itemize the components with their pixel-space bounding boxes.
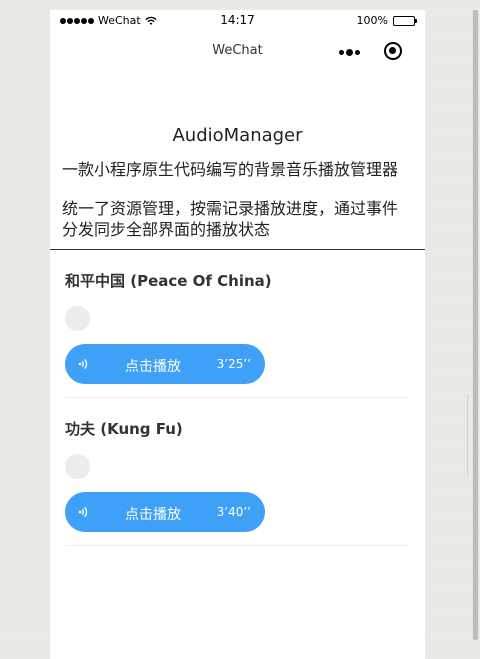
target-close-icon[interactable] xyxy=(384,42,402,60)
window-scrollbar[interactable] xyxy=(473,10,478,640)
more-dots-icon[interactable] xyxy=(339,49,360,56)
battery-percent: 100% xyxy=(356,14,388,27)
track-title: 功夫 (Kung Fu) xyxy=(65,420,183,438)
phone-frame: WeChat 14:17 100% WeChat AudioManager 一款… xyxy=(50,10,425,659)
play-button-label: 点击播放 xyxy=(125,359,181,375)
status-bar: WeChat 14:17 100% xyxy=(50,10,425,30)
sound-wave-icon xyxy=(77,357,91,371)
battery-indicator: 100% xyxy=(356,14,417,27)
track-duration: 3’40’’ xyxy=(216,505,251,519)
track-title: 和平中国 (Peace Of China) xyxy=(65,272,272,290)
track-item: 和平中国 (Peace Of China) 点击播放 3’25’’ xyxy=(65,250,410,398)
nav-bar: WeChat xyxy=(50,30,425,72)
play-button[interactable]: 点击播放 3’40’’ xyxy=(65,492,265,532)
track-duration: 3’25’’ xyxy=(216,357,251,371)
battery-icon xyxy=(393,15,417,26)
page-header: AudioManager 一款小程序原生代码编写的背景音乐播放管理器 统一了资源… xyxy=(50,125,425,240)
scrollbar-thumb[interactable] xyxy=(473,10,478,640)
album-disc-icon xyxy=(65,454,90,479)
description-secondary: 统一了资源管理，按需记录播放进度，通过事件分发同步全部界面的播放状态 xyxy=(62,199,399,239)
album-disc-icon xyxy=(65,306,90,331)
description-primary: 一款小程序原生代码编写的背景音乐播放管理器 xyxy=(62,160,399,179)
play-button-label: 点击播放 xyxy=(125,507,181,523)
track-item: 功夫 (Kung Fu) 点击播放 3’40’’ xyxy=(65,398,410,546)
page-title: AudioManager xyxy=(172,125,303,146)
sound-wave-icon xyxy=(77,505,91,519)
window-edge-divider xyxy=(467,395,468,475)
nav-title: WeChat xyxy=(212,43,263,58)
play-button[interactable]: 点击播放 3’25’’ xyxy=(65,344,265,384)
